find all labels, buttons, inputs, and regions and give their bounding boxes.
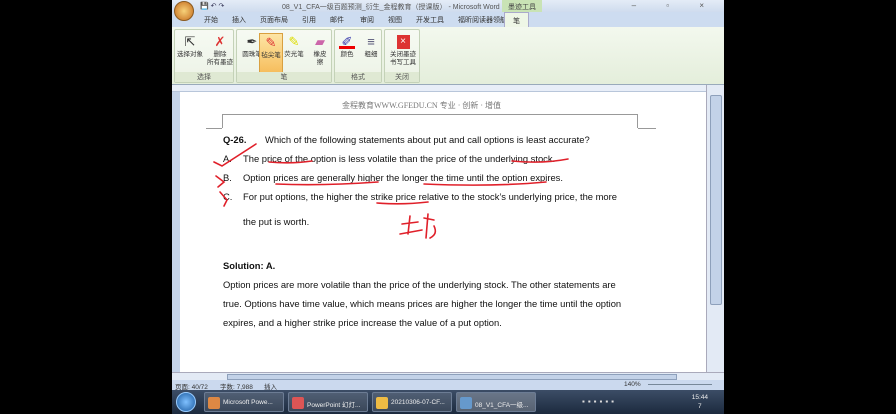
- thickness-button[interactable]: ≡ 粗细: [359, 33, 383, 59]
- ribbon: ⇱ 选择对象 ✗ 删除 所有墨迹 选择 ✒ 圆珠笔 ✎ 毡尖笔 ✎ 荧光笔 ▰ 橡皮 擦 笔…: [172, 27, 724, 85]
- ink-underline: [275, 181, 379, 186]
- start-button[interactable]: [176, 392, 196, 412]
- select-objects-button[interactable]: ⇱ 选择对象: [175, 33, 205, 59]
- eraser-button[interactable]: ▰ 橡皮 擦: [307, 33, 333, 67]
- felt-pen-icon: ✎: [265, 35, 277, 50]
- ink-underline: [511, 158, 569, 163]
- close-icon: ×: [396, 35, 410, 49]
- status-bar: 页面: 40/72 字数: 7,988 插入 140%: [172, 380, 724, 391]
- window-controls[interactable]: – ▫ ×: [632, 1, 718, 10]
- group-format: ✐ 颜色 ≡ 粗细 格式: [334, 29, 382, 83]
- ribbon-tabs: 开始 插入 页面布局 引用 邮件 审阅 视图 开发工具 福昕阅读器领航版 笔: [172, 12, 724, 27]
- office-button[interactable]: [174, 1, 194, 21]
- zoom-level[interactable]: 140%: [624, 381, 641, 388]
- clock[interactable]: 15:44 7: [692, 393, 708, 411]
- ruler: [172, 85, 724, 92]
- ink-handwriting: [399, 213, 437, 239]
- tab-references[interactable]: 引用: [302, 15, 316, 25]
- ink-underline: [376, 201, 429, 205]
- group-label: 格式: [335, 72, 381, 82]
- ink-check-a: [213, 143, 257, 167]
- ink-annotations: [213, 143, 569, 239]
- context-tab-label: 墨迹工具: [502, 0, 542, 12]
- eraser-icon: ▰: [315, 34, 325, 49]
- taskbar-item[interactable]: PowerPoint 幻灯...: [288, 392, 368, 412]
- group-label: 选择: [175, 72, 233, 82]
- group-close: × 关闭墨迹 书写工具 关闭: [384, 29, 420, 83]
- group-label: 关闭: [385, 72, 419, 82]
- tab-view[interactable]: 视图: [388, 15, 402, 25]
- taskbar-item-active[interactable]: 08_V1_CFA一级...: [456, 392, 536, 412]
- scroll-thumb[interactable]: [710, 95, 722, 305]
- tab-review[interactable]: 审阅: [360, 15, 374, 25]
- group-label: 笔: [237, 72, 331, 82]
- pointer-icon: ⇱: [184, 34, 196, 49]
- horizontal-scrollbar[interactable]: [172, 372, 724, 380]
- word-window: 💾 ↶ ↷ 08_V1_CFA一级百题预测_衍生_金程教育（授课版） - Mic…: [172, 0, 724, 391]
- thickness-icon: ≡: [367, 34, 375, 49]
- tab-page-layout[interactable]: 页面布局: [260, 15, 288, 25]
- ink-mark-c: [219, 191, 228, 207]
- tab-insert[interactable]: 插入: [232, 15, 246, 25]
- document-page[interactable]: 金程教育WWW.GFEDU.CN 专业 · 创新 · 增值 Q-26. Whic…: [172, 92, 706, 372]
- ink-mark-b: [215, 175, 226, 188]
- tab-developer[interactable]: 开发工具: [416, 15, 444, 25]
- tab-pen[interactable]: 笔: [504, 12, 529, 27]
- title-bar: 💾 ↶ ↷ 08_V1_CFA一级百题预测_衍生_金程教育（授课版） - Mic…: [172, 0, 724, 21]
- felt-tip-pen-button[interactable]: ✎ 毡尖笔: [259, 33, 283, 73]
- highlighter-button[interactable]: ✎ 荧光笔: [281, 33, 307, 59]
- taskbar-item[interactable]: Microsoft Powe...: [204, 392, 284, 412]
- erase-ink-icon: ✗: [214, 34, 226, 49]
- color-button[interactable]: ✐ 颜色: [335, 33, 359, 59]
- taskbar: Microsoft Powe... PowerPoint 幻灯... 20210…: [172, 390, 724, 414]
- ink-underline: [423, 181, 547, 186]
- quick-access-toolbar[interactable]: 💾 ↶ ↷: [200, 2, 224, 10]
- zoom-slider[interactable]: [648, 384, 712, 385]
- system-tray[interactable]: ▪▪▪▪▪▪: [582, 397, 617, 406]
- ink-underline: [268, 160, 313, 164]
- vertical-scrollbar[interactable]: [706, 85, 724, 372]
- color-icon: ✐: [339, 35, 355, 49]
- group-select: ⇱ 选择对象 ✗ 删除 所有墨迹 选择: [174, 29, 234, 83]
- ballpoint-pen-icon: ✒: [246, 34, 258, 49]
- delete-all-ink-button[interactable]: ✗ 删除 所有墨迹: [205, 33, 235, 67]
- tab-home[interactable]: 开始: [204, 15, 218, 25]
- taskbar-item[interactable]: 20210306-07-CF...: [372, 392, 452, 412]
- group-pen: ✒ 圆珠笔 ✎ 毡尖笔 ✎ 荧光笔 ▰ 橡皮 擦 笔: [236, 29, 332, 83]
- close-ink-tools-button[interactable]: × 关闭墨迹 书写工具: [385, 33, 421, 67]
- highlighter-icon: ✎: [288, 34, 300, 49]
- tab-mailings[interactable]: 邮件: [330, 15, 344, 25]
- window-title: 08_V1_CFA一级百题预测_衍生_金程教育（授课版） - Microsoft…: [282, 4, 500, 11]
